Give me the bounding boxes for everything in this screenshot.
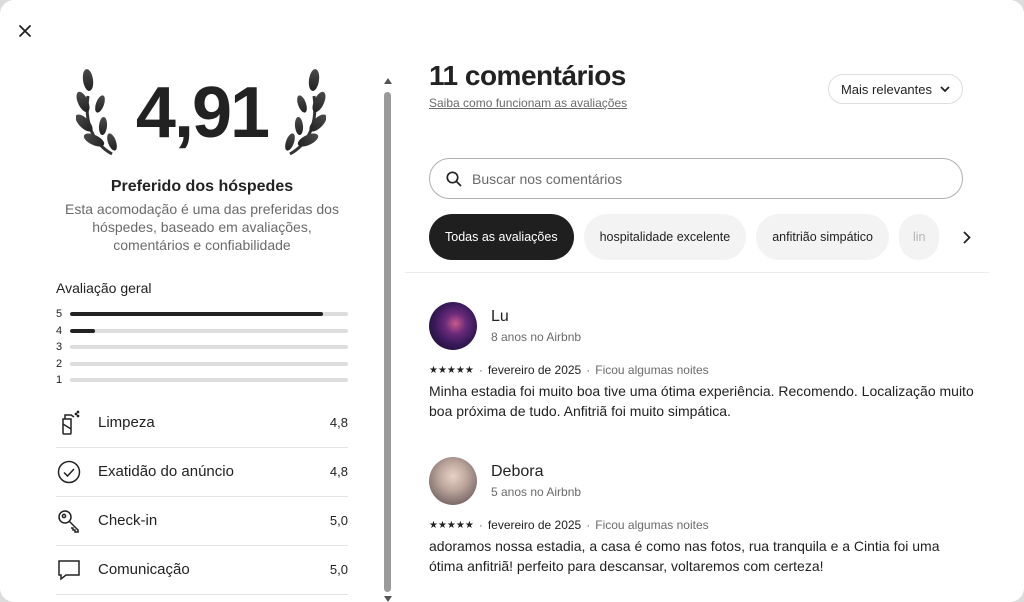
- rating-bar-row: 1: [56, 372, 348, 389]
- review-text: Minha estadia foi muito boa tive uma óti…: [429, 383, 974, 419]
- category-row-checkin: Check-in 5,0: [56, 497, 348, 546]
- close-button[interactable]: [12, 18, 38, 44]
- reviewer-meta: Lu 8 anos no Airbnb: [491, 308, 581, 344]
- filter-chip-friendly-host[interactable]: anfitrião simpático: [756, 214, 889, 260]
- separator-dot: ·: [586, 363, 591, 377]
- reviews-modal: 4,91 Preferido dos hóspedes Esta acomoda…: [0, 0, 1024, 602]
- separator-dot: ·: [586, 518, 591, 532]
- review-stars: ★★★★★: [429, 519, 474, 531]
- category-label: Comunicação: [98, 561, 190, 578]
- chevron-right-icon: [963, 230, 971, 244]
- separator-dot: ·: [478, 518, 483, 532]
- laurel-left-icon: [76, 69, 117, 156]
- separator-dot: ·: [478, 363, 483, 377]
- rating-bar-label: 5: [56, 308, 63, 321]
- rating-bar-fill: [70, 328, 96, 333]
- rating-bar-fill: [70, 312, 323, 317]
- reviews-panel: 11 comentários Saiba como funcionam as a…: [405, 60, 989, 574]
- scroll-up-arrow-icon[interactable]: [384, 78, 392, 84]
- sort-dropdown[interactable]: Mais relevantes: [827, 74, 963, 104]
- rating-summary-panel: 4,91 Preferido dos hóspedes Esta acomoda…: [56, 60, 348, 595]
- spray-bottle-icon: [56, 410, 82, 436]
- divider: [405, 272, 989, 273]
- review-stay-length: Ficou algumas noites: [595, 518, 709, 532]
- review-header: Lu 8 anos no Airbnb: [429, 302, 974, 350]
- overall-rating-title: Avaliação geral: [56, 280, 152, 296]
- rating-bar-track: [70, 328, 348, 333]
- close-icon: [19, 25, 31, 37]
- key-icon: [56, 508, 82, 534]
- category-row-communication: Comunicação 5,0: [56, 546, 348, 595]
- review-stay-length: Ficou algumas noites: [595, 363, 709, 377]
- category-value: 4,8: [329, 464, 348, 479]
- rating-bar-track: [70, 361, 348, 366]
- rating-bar-label: 4: [56, 324, 63, 337]
- review-date: fevereiro de 2025: [487, 363, 582, 377]
- category-label: Exatidão do anúncio: [98, 463, 234, 480]
- avatar[interactable]: [429, 302, 477, 350]
- filter-chip-all[interactable]: Todas as avaliações: [429, 214, 574, 260]
- review-filter-chips: Todas as avaliações hospitalidade excele…: [429, 214, 989, 260]
- review-search-field[interactable]: [429, 158, 963, 199]
- rating-bar-row: 2: [56, 356, 348, 373]
- rating-bar-label: 3: [56, 341, 63, 354]
- overall-score: 4,91: [135, 73, 270, 153]
- rating-bar-row: 3: [56, 339, 348, 356]
- laurel-right-icon: [285, 69, 326, 156]
- scrollbar-thumb[interactable]: [384, 92, 391, 592]
- sort-label: Mais relevantes: [840, 81, 932, 97]
- filter-chip-hospitality[interactable]: hospitalidade excelente: [583, 214, 747, 260]
- guest-favorite-title: Preferido dos hóspedes: [110, 178, 294, 195]
- reviewer-meta: Debora 5 anos no Airbnb: [491, 463, 581, 499]
- rating-bar-track: [70, 378, 348, 383]
- rating-bar-row: 5: [56, 306, 348, 323]
- category-row-accuracy: Exatidão do anúncio 4,8: [56, 448, 348, 497]
- review-info-line: ★★★★★ · fevereiro de 2025 · Ficou alguma…: [429, 363, 974, 377]
- reviewer-tenure: 8 anos no Airbnb: [491, 330, 582, 344]
- search-icon: [446, 170, 462, 187]
- category-value: 5,0: [329, 513, 348, 528]
- review-search-input[interactable]: [472, 170, 912, 187]
- reviewer-name: Debora: [491, 463, 544, 480]
- category-label: Limpeza: [98, 414, 155, 431]
- scroll-down-arrow-icon[interactable]: [384, 596, 392, 602]
- review-item: Lu 8 anos no Airbnb ★★★★★ · fevereiro de…: [429, 302, 974, 421]
- category-value: 5,0: [329, 562, 348, 577]
- category-label: Check-in: [98, 512, 158, 529]
- guest-favorite-description: Esta acomodação é uma das preferidas dos…: [65, 201, 339, 253]
- chips-next-button[interactable]: [945, 214, 989, 260]
- rating-bar-label: 2: [56, 357, 63, 370]
- rating-bar-row: 4: [56, 323, 348, 340]
- check-circle-icon: [56, 459, 82, 485]
- rating-bar-track: [70, 345, 348, 350]
- review-info-line: ★★★★★ · fevereiro de 2025 · Ficou alguma…: [429, 518, 974, 532]
- review-header: Debora 5 anos no Airbnb: [429, 457, 974, 505]
- review-date: fevereiro de 2025: [487, 518, 582, 532]
- review-item: Debora 5 anos no Airbnb ★★★★★ · fevereir…: [429, 457, 974, 576]
- reviewer-tenure: 5 anos no Airbnb: [491, 485, 582, 499]
- reviews-header: 11 comentários Saiba como funcionam as a…: [429, 60, 989, 120]
- filter-chip-truncated[interactable]: lin: [898, 214, 939, 260]
- chat-bubble-icon: [56, 557, 82, 583]
- avatar[interactable]: [429, 457, 477, 505]
- reviewer-name: Lu: [491, 308, 509, 325]
- rating-bar-label: 1: [56, 374, 63, 387]
- chevron-down-icon: [940, 85, 950, 92]
- rating-hero: 4,91: [56, 60, 348, 170]
- review-text: adoramos nossa estadia, a casa é como na…: [429, 538, 940, 574]
- review-stars: ★★★★★: [429, 364, 474, 376]
- category-ratings: Limpeza 4,8 Exatidão do anúncio 4,8 Chec…: [56, 399, 348, 595]
- rating-distribution: 5 4 3 2 1: [56, 306, 348, 389]
- rating-bar-track: [70, 312, 348, 317]
- category-row-cleanliness: Limpeza 4,8: [56, 399, 348, 448]
- scrollbar[interactable]: [382, 78, 394, 602]
- category-value: 4,8: [329, 415, 348, 430]
